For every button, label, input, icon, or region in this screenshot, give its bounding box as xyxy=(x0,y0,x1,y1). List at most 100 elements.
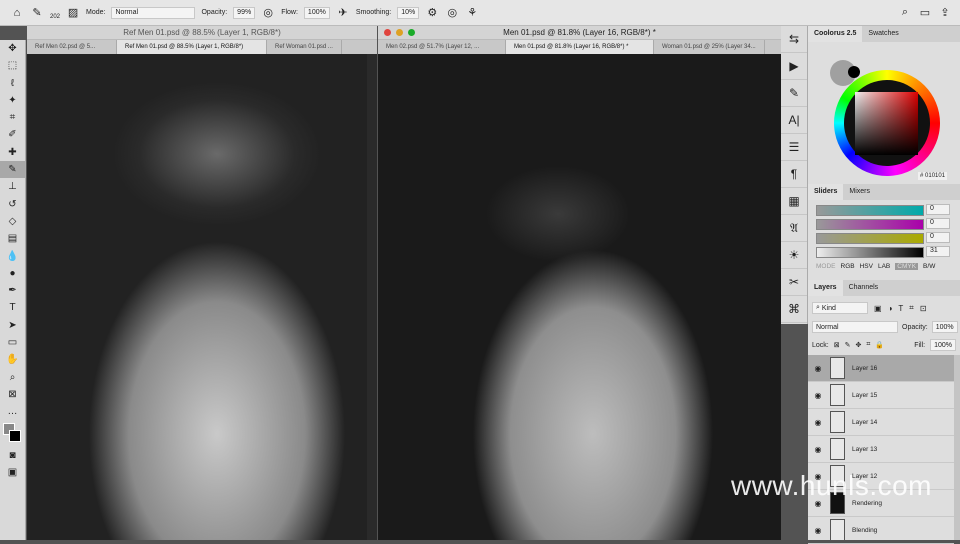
lasso-tool-icon[interactable]: ℓ xyxy=(0,75,25,92)
magenta-slider[interactable] xyxy=(816,219,924,230)
lock-all-icon[interactable]: 🔒 xyxy=(875,341,884,349)
eye-icon[interactable]: ◉ xyxy=(808,418,828,427)
search-icon[interactable]: ⌕ xyxy=(898,6,912,19)
more-tools-icon[interactable]: … xyxy=(0,403,25,420)
eye-icon[interactable]: ◉ xyxy=(808,526,828,535)
doc-tab[interactable]: Ref Men 01.psd @ 88.5% (Layer 1, RGB/8*) xyxy=(117,40,267,54)
tab-channels[interactable]: Channels xyxy=(843,280,885,296)
hand-tool-icon[interactable]: ✋ xyxy=(0,351,25,368)
saturation-brightness-square[interactable] xyxy=(855,92,918,155)
brush-size[interactable]: 202 xyxy=(50,14,60,20)
mode-cmyk[interactable]: CMYK xyxy=(895,263,919,270)
eye-icon[interactable]: ◉ xyxy=(808,391,828,400)
layers-scrollbar[interactable] xyxy=(954,355,960,540)
lock-artboard-icon[interactable]: ⌗ xyxy=(866,341,870,349)
black-value[interactable]: 31 xyxy=(926,246,950,257)
close-button[interactable] xyxy=(384,29,391,36)
libraries-panel-icon[interactable]: ▦ xyxy=(781,188,807,215)
hex-value[interactable]: # 010101 xyxy=(918,172,948,180)
mode-rgb[interactable]: RGB xyxy=(841,263,855,270)
adjustment-filter-icon[interactable]: ◑ xyxy=(888,304,893,313)
opacity-input[interactable]: 99% xyxy=(233,6,256,19)
minimize-button[interactable] xyxy=(396,29,403,36)
stamp-tool-icon[interactable]: ⊥ xyxy=(0,178,25,195)
type-filter-icon[interactable]: T xyxy=(898,304,903,313)
scrollbar[interactable] xyxy=(367,54,377,540)
quick-mask-icon[interactable]: ◙ xyxy=(0,447,25,464)
layer-opacity-input[interactable]: 100% xyxy=(931,321,958,333)
tools-panel-icon[interactable]: ✂ xyxy=(781,269,807,296)
light-panel-icon[interactable]: ☀ xyxy=(781,242,807,269)
magenta-value[interactable]: 0 xyxy=(926,218,950,229)
shape-filter-icon[interactable]: ⌗ xyxy=(909,303,914,313)
layer-row[interactable]: ◉ Layer 16 xyxy=(808,355,954,382)
airbrush-icon[interactable]: ✈ xyxy=(336,6,350,19)
layer-row[interactable]: ◉ Layer 14 xyxy=(808,409,954,436)
lock-transparency-icon[interactable]: ⊠ xyxy=(834,341,840,349)
eraser-tool-icon[interactable]: ◇ xyxy=(0,213,25,230)
actions-panel-icon[interactable]: ▶ xyxy=(781,53,807,80)
smoothing-input[interactable]: 10% xyxy=(397,6,420,19)
lock-pixels-icon[interactable]: ✎ xyxy=(845,341,851,349)
yellow-slider[interactable] xyxy=(816,233,924,244)
eyedropper-tool-icon[interactable]: ✐ xyxy=(0,126,25,143)
brush-preset-icon[interactable]: ✎ xyxy=(30,6,44,19)
paragraph-panel-icon[interactable]: ¶ xyxy=(781,161,807,188)
doc-tab[interactable]: Ref Men 02.psd @ 5... xyxy=(27,40,117,54)
maximize-button[interactable] xyxy=(408,29,415,36)
coolorus-color-wheel[interactable] xyxy=(834,70,940,176)
blend-mode-select[interactable]: Normal xyxy=(812,321,898,333)
tab-swatches[interactable]: Swatches xyxy=(862,26,904,42)
tab-sliders[interactable]: Sliders xyxy=(808,184,844,200)
doc-tab[interactable]: Men 01.psd @ 81.8% (Layer 16, RGB/8*) * xyxy=(506,40,654,54)
mode-lab[interactable]: LAB xyxy=(878,263,890,270)
pressure-size-icon[interactable]: ◎ xyxy=(445,6,459,19)
reference-photo-canvas[interactable] xyxy=(27,54,367,540)
tab-coolorus[interactable]: Coolorus 2.5 xyxy=(808,26,863,42)
move-tool-icon[interactable]: ✥ xyxy=(0,40,25,57)
eye-icon[interactable]: ◉ xyxy=(808,364,828,373)
crop-tool-icon[interactable]: ⌗ xyxy=(0,109,25,126)
glyphs-panel-icon[interactable]: 𝔄 xyxy=(781,215,807,242)
black-slider[interactable] xyxy=(816,247,924,258)
cyan-value[interactable]: 0 xyxy=(926,204,950,215)
gradient-tool-icon[interactable]: ▤ xyxy=(0,230,25,247)
image-filter-icon[interactable]: ▣ xyxy=(874,304,882,313)
dodge-tool-icon[interactable]: ● xyxy=(0,265,25,282)
tab-mixers[interactable]: Mixers xyxy=(843,184,876,200)
paths-panel-icon[interactable]: ⌘ xyxy=(781,296,807,323)
frame-tool-icon[interactable]: ⊠ xyxy=(0,386,25,403)
home-icon[interactable]: ⌂ xyxy=(10,7,24,19)
history-brush-icon[interactable]: ↺ xyxy=(0,196,25,213)
gear-icon[interactable]: ⚙ xyxy=(425,6,439,19)
mode-hsv[interactable]: HSV xyxy=(860,263,873,270)
brush-settings-icon[interactable]: ▨ xyxy=(66,6,80,19)
history-panel-icon[interactable]: ⇆ xyxy=(781,26,807,53)
fill-input[interactable]: 100% xyxy=(930,339,956,351)
type-tool-icon[interactable]: T xyxy=(0,299,25,316)
workspace-icon[interactable]: ▭ xyxy=(918,6,932,19)
mode-bw[interactable]: B/W xyxy=(923,263,935,270)
screen-mode-icon[interactable]: ▣ xyxy=(0,464,25,481)
symmetry-icon[interactable]: ⚘ xyxy=(465,6,479,19)
blur-tool-icon[interactable]: 💧 xyxy=(0,248,25,265)
tab-layers[interactable]: Layers xyxy=(808,280,843,296)
doc-tab[interactable]: Ref Woman 01.psd ... xyxy=(267,40,342,54)
healing-tool-icon[interactable]: ✚ xyxy=(0,144,25,161)
character-panel-icon[interactable]: A| xyxy=(781,107,807,134)
eye-icon[interactable]: ◉ xyxy=(808,445,828,454)
share-icon[interactable]: ⇪ xyxy=(938,6,952,19)
rectangle-tool-icon[interactable]: ▭ xyxy=(0,334,25,351)
kind-filter-select[interactable]: ⌕ Kind xyxy=(812,302,868,314)
mode-select[interactable]: Normal xyxy=(111,6,196,19)
brush-tool-icon[interactable]: ✎ xyxy=(0,161,25,179)
doc-tab[interactable]: Woman 01.psd @ 25% (Layer 34... xyxy=(654,40,765,54)
layer-row[interactable]: ◉ Layer 15 xyxy=(808,382,954,409)
marquee-tool-icon[interactable]: ⬚ xyxy=(0,57,25,74)
painting-canvas[interactable] xyxy=(378,54,781,540)
lock-position-icon[interactable]: ✥ xyxy=(855,341,861,349)
doc-tab[interactable]: Men 02.psd @ 51.7% (Layer 12, ... xyxy=(378,40,506,54)
pen-tool-icon[interactable]: ✒ xyxy=(0,282,25,299)
color-swatches[interactable] xyxy=(0,421,25,447)
yellow-value[interactable]: 0 xyxy=(926,232,950,243)
